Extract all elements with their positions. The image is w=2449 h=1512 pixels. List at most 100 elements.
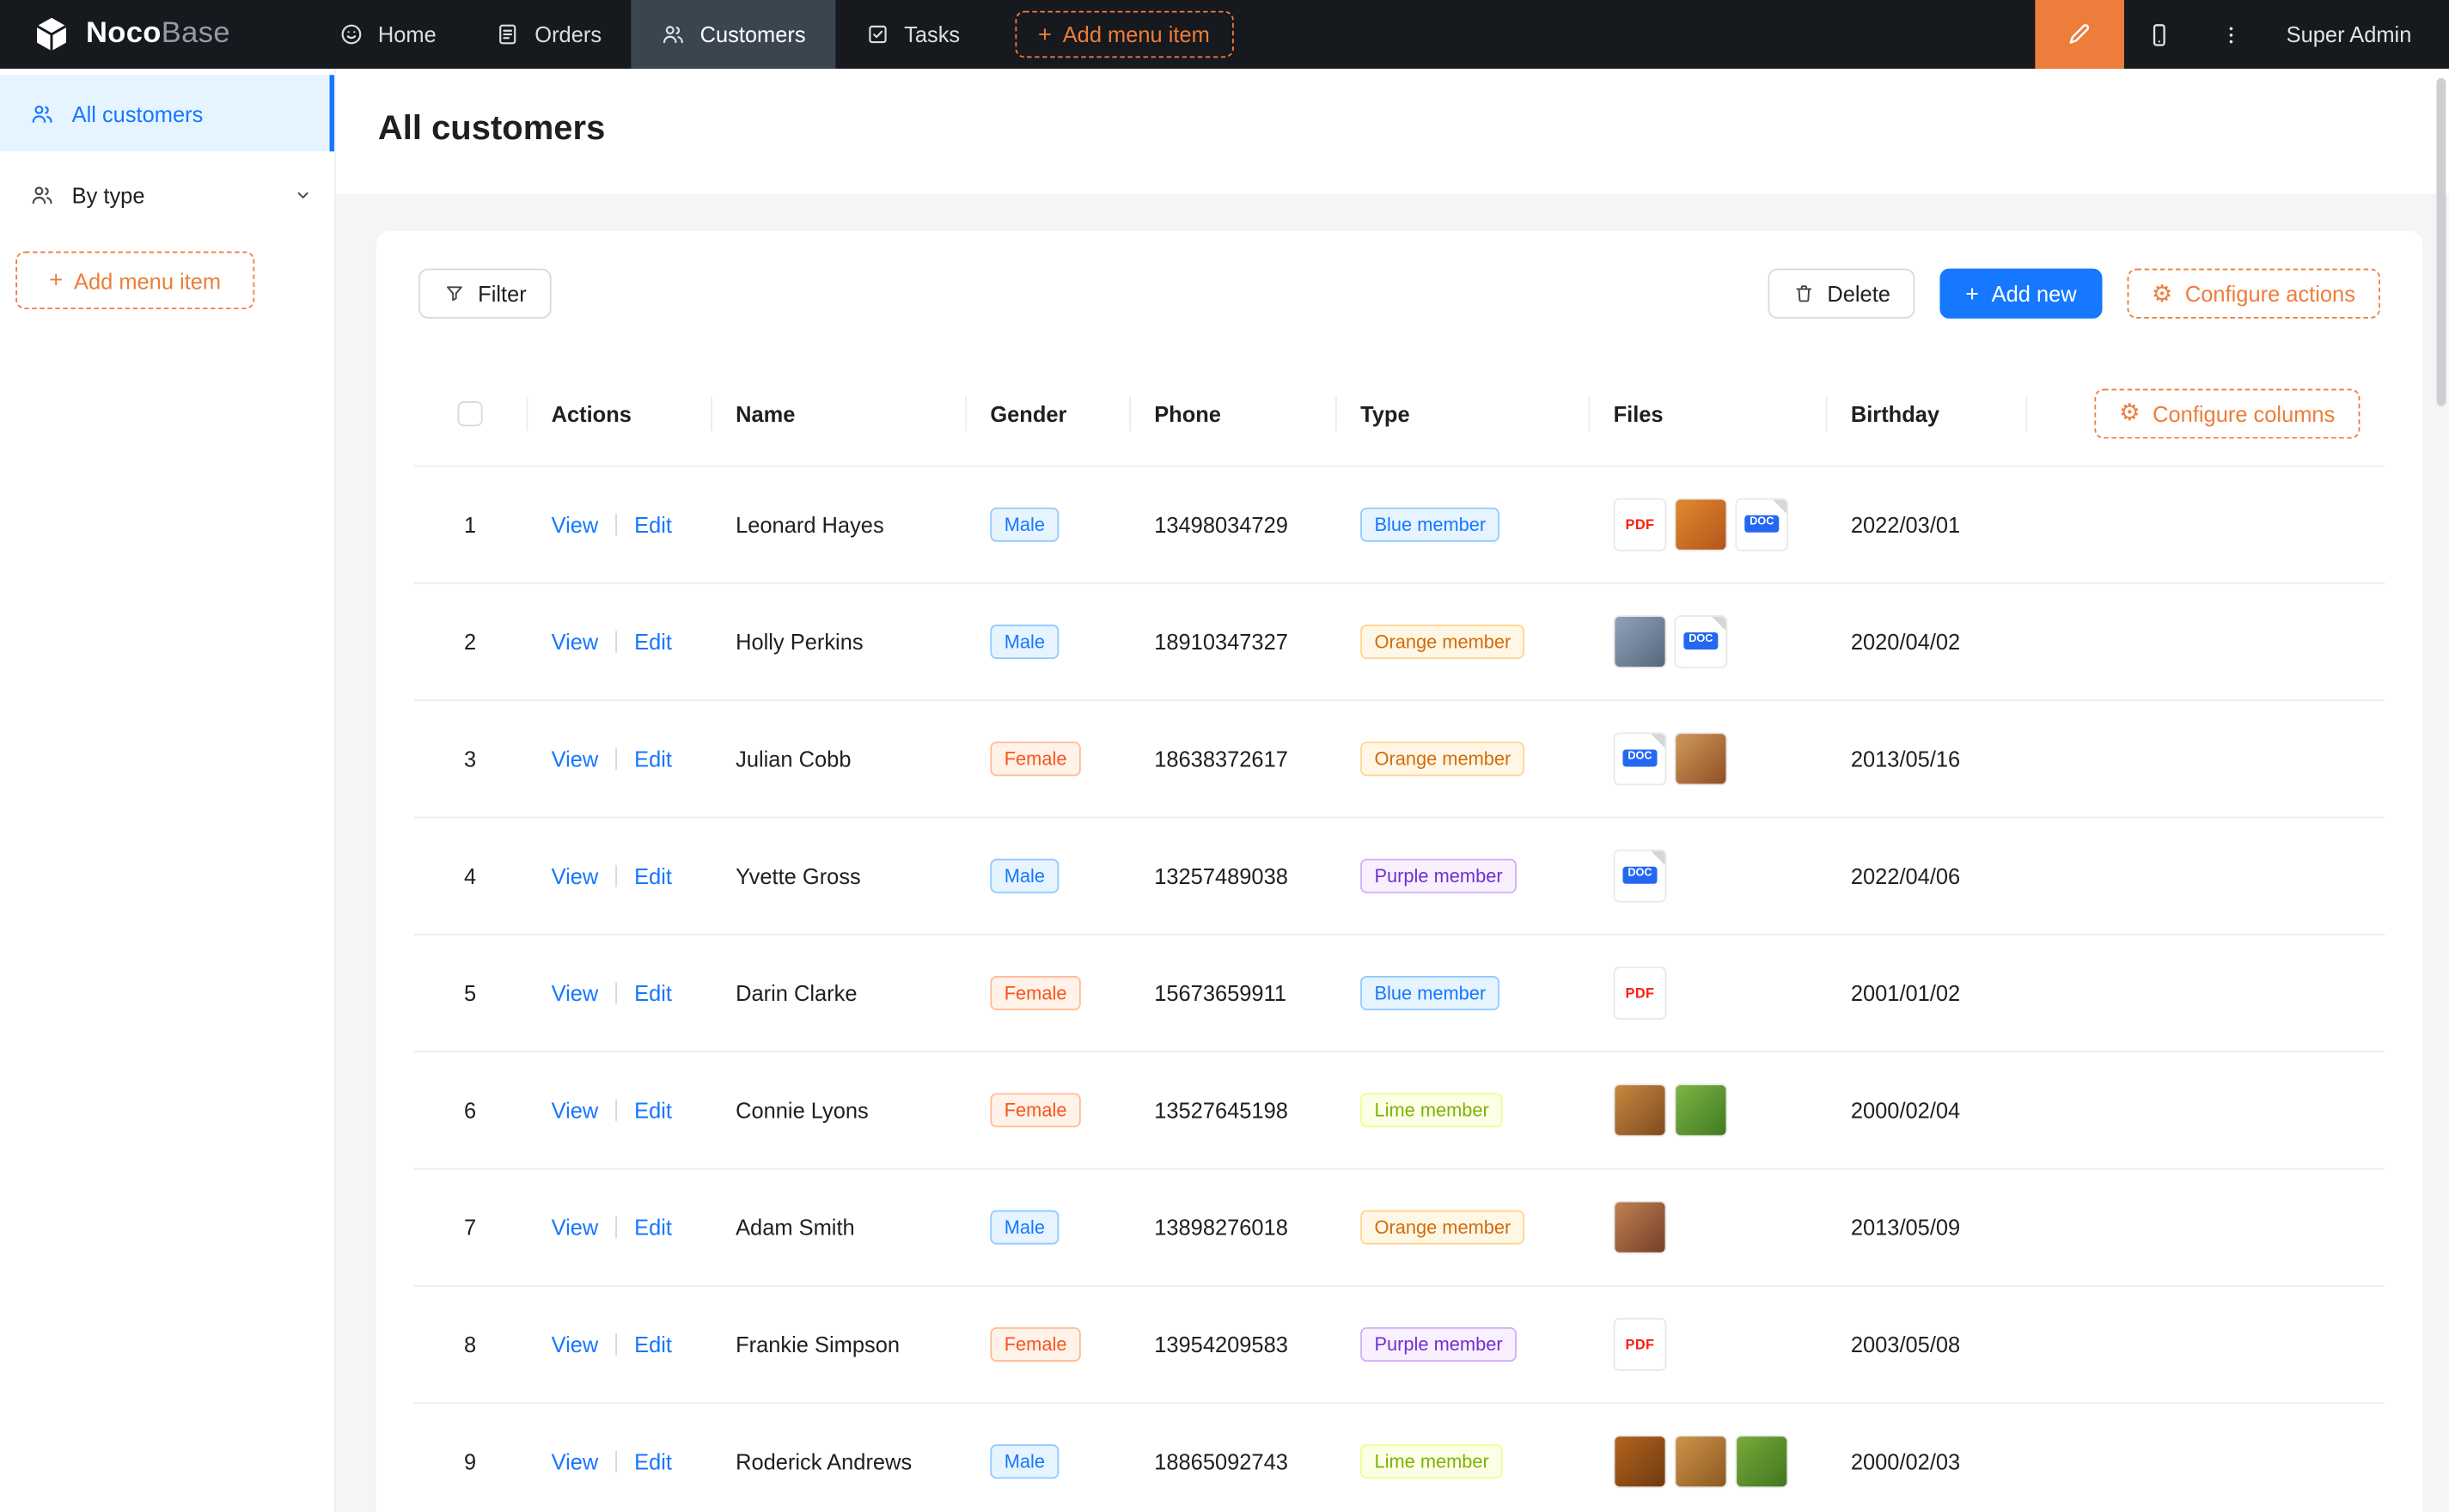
user-menu[interactable]: Super Admin [2268,21,2449,46]
nocobase-logo[interactable]: NocoBase [0,0,309,69]
edit-link[interactable]: Edit [634,863,672,887]
action-divider [615,981,617,1003]
sidebar-add-menu-item-button[interactable]: + Add menu item [15,252,254,309]
customer-name: Holly Perkins [736,629,864,654]
view-link[interactable]: View [552,629,599,654]
more-menu-button[interactable] [2196,0,2268,69]
file-thumb-image[interactable] [1674,1083,1727,1137]
customer-name: Roderick Andrews [736,1448,912,1473]
file-thumb-image[interactable] [1614,1434,1667,1487]
type-badge: Orange member [1360,741,1525,775]
row-index: 7 [464,1214,476,1239]
file-thumb-pdf-icon[interactable]: PDF [1614,497,1667,551]
row-index: 3 [464,746,476,771]
files-cell: PDF [1614,966,1801,1019]
ui-editor-button[interactable] [2035,0,2124,69]
edit-link[interactable]: Edit [634,1332,672,1357]
customer-birthday: 2022/04/06 [1851,863,1960,887]
nocobase-cube-icon [31,14,71,54]
customer-birthday: 2001/01/02 [1851,980,1960,1005]
edit-link[interactable]: Edit [634,746,672,771]
file-thumb-image[interactable] [1735,1434,1788,1487]
add-new-button[interactable]: + Add new [1940,269,2102,319]
view-link[interactable]: View [552,1448,599,1473]
gender-badge: Male [990,1210,1059,1244]
delete-button[interactable]: Delete [1768,269,1915,319]
action-divider [615,1216,617,1237]
configure-actions-button[interactable]: ⚙ Configure actions [2127,269,2380,319]
customer-birthday: 2000/02/04 [1851,1097,1960,1122]
file-thumb-image[interactable] [1674,497,1727,551]
filter-button-label: Filter [478,281,527,306]
mobile-preview-button[interactable] [2124,0,2196,69]
file-thumb-image[interactable] [1614,1200,1667,1253]
view-link[interactable]: View [552,746,599,771]
file-thumb-image[interactable] [1614,1083,1667,1137]
smiley-icon [339,21,363,46]
filter-button[interactable]: Filter [418,269,552,319]
doc-label: DOC [1623,867,1657,883]
view-link[interactable]: View [552,980,599,1005]
navbar-add-menu-item-label: Add menu item [1063,21,1210,46]
view-link[interactable]: View [552,1332,599,1357]
file-thumb-pdf-icon[interactable]: PDF [1614,1317,1667,1370]
nav-item-customers[interactable]: Customers [632,0,836,69]
action-divider [615,513,617,534]
nav-item-orders[interactable]: Orders [466,0,631,69]
page-scrollbar[interactable] [2436,78,2446,406]
files-cell [1614,1083,1801,1137]
customer-phone: 13498034729 [1154,511,1288,536]
view-link[interactable]: View [552,1214,599,1239]
customer-birthday: 2020/04/02 [1851,629,1960,654]
sidebar-item-label: All customers [72,101,204,125]
table-row: 7 ViewEdit Adam Smith Male 13898276018 O… [414,1168,2385,1285]
nav-item-label: Customers [700,21,806,46]
main-menu: Home Orders Customers [309,0,990,69]
app-window: NocoBase Home Orders [0,0,2449,1512]
nav-item-home[interactable]: Home [309,0,466,69]
edit-link[interactable]: Edit [634,1214,672,1239]
file-thumb-image[interactable] [1674,1434,1727,1487]
file-thumb-image[interactable] [1614,614,1667,668]
view-link[interactable]: View [552,1097,599,1122]
people-icon [30,101,55,125]
nav-item-tasks[interactable]: Tasks [835,0,990,69]
toolbar-right-actions: Delete + Add new ⚙ Configure actions [1768,269,2380,319]
configure-columns-button[interactable]: ⚙ Configure columns [2094,388,2360,438]
receipt-icon [496,21,521,46]
gender-badge: Female [990,741,1080,775]
edit-link[interactable]: Edit [634,511,672,536]
row-index: 1 [464,511,476,536]
sidebar-item-all-customers[interactable]: All customers [0,75,334,151]
select-all-checkbox[interactable] [458,402,483,427]
edit-link[interactable]: Edit [634,980,672,1005]
file-thumb-doc-icon[interactable]: DOC [1614,732,1667,785]
top-navbar: NocoBase Home Orders [0,0,2449,69]
edit-link[interactable]: Edit [634,629,672,654]
file-thumb-doc-icon[interactable]: DOC [1614,849,1667,902]
file-thumb-doc-icon[interactable]: DOC [1735,497,1788,551]
table-row: 4 ViewEdit Yvette Gross Male 13257489038… [414,817,2385,934]
view-link[interactable]: View [552,863,599,887]
mobile-icon [2147,21,2173,48]
file-thumb-image[interactable] [1674,732,1727,785]
people-icon [661,21,686,46]
files-cell: PDF [1614,1317,1801,1370]
folded-corner [1651,733,1664,747]
file-thumb-doc-icon[interactable]: DOC [1674,614,1727,668]
navbar-add-menu-item-button[interactable]: + Add menu item [1015,11,1233,58]
customer-phone: 18865092743 [1154,1448,1288,1473]
row-index: 6 [464,1097,476,1122]
gear-icon: ⚙ [2119,402,2140,425]
file-thumb-pdf-icon[interactable]: PDF [1614,966,1667,1019]
edit-link[interactable]: Edit [634,1448,672,1473]
doc-label: DOC [1684,633,1718,649]
customer-phone: 18910347327 [1154,629,1288,654]
column-header-gender: Gender [965,363,1129,466]
sidebar-item-by-type[interactable]: By type [0,156,334,233]
edit-link[interactable]: Edit [634,1097,672,1122]
action-divider [615,1332,617,1354]
view-link[interactable]: View [552,511,599,536]
customer-name: Darin Clarke [736,980,857,1005]
customer-birthday: 2013/05/09 [1851,1214,1960,1239]
